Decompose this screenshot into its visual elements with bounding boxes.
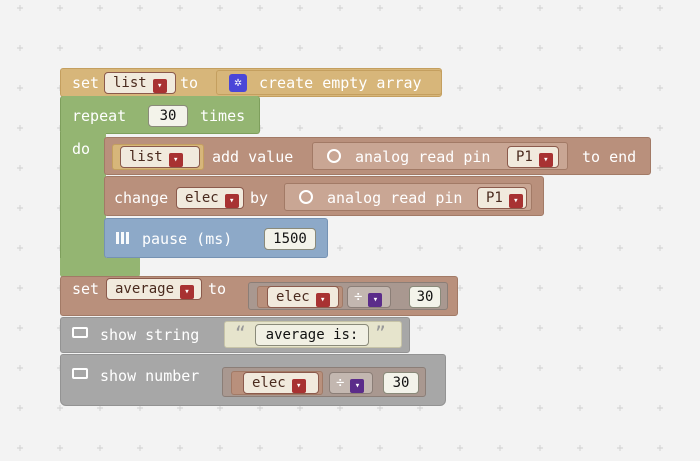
open-quote-icon: “ [235,323,246,344]
set-average-label: set [72,280,100,298]
dropdown-arrow-icon: ▾ [368,293,383,307]
by-label: by [250,189,269,207]
pause-label: pause (ms) [142,230,233,248]
set-average-to-label: to [208,280,227,298]
list-variable-dropdown[interactable]: list ▾ [104,72,176,94]
show-string-label: show string [100,326,200,344]
text-block[interactable]: “ average is: ” [224,321,402,348]
dropdown-arrow-icon: ▾ [168,153,183,167]
average-dropdown[interactable]: average ▾ [106,278,202,300]
divide-block-2[interactable]: elec ▾ ÷ ▾ 30 [222,367,426,397]
divisor-field-2[interactable]: 30 [383,372,419,394]
list-dropdown[interactable]: list ▾ [120,146,200,168]
dropdown-arrow-icon: ▾ [180,285,195,299]
analog-read-pin-label: analog read pin [355,148,491,166]
change-label: change [114,189,169,207]
add-value-label: add value [212,148,294,166]
set-label: set [72,74,100,92]
repeat-count-field[interactable]: 30 [148,105,188,127]
do-label: do [72,140,91,158]
dropdown-arrow-icon: ▾ [538,153,553,167]
to-label: to [180,74,199,92]
elec-dropdown-3[interactable]: elec ▾ [243,372,319,394]
dropdown-arrow-icon: ▾ [224,194,239,208]
grid-icon [116,232,130,244]
analog-read-pin-label-2: analog read pin [327,189,463,207]
dropdown-arrow-icon: ▾ [291,379,306,393]
dropdown-arrow-icon: ▾ [315,293,330,307]
divide-operator-dropdown[interactable]: ÷ ▾ [347,286,391,308]
to-end-label: to end [582,148,637,166]
radio-pin-icon [327,149,341,163]
divide-block[interactable]: elec ▾ ÷ ▾ 30 [248,282,448,310]
close-quote-icon: ” [375,323,386,344]
create-empty-array-block[interactable]: ✲ create empty array [216,70,442,95]
divisor-field[interactable]: 30 [409,286,441,308]
gear-icon: ✲ [229,74,247,92]
pin-dropdown-2[interactable]: P1 ▾ [477,187,527,209]
dropdown-arrow-icon: ▾ [350,379,365,393]
repeat-block-foot [60,258,140,278]
elec-dropdown-2[interactable]: elec ▾ [267,286,339,308]
create-empty-array-label: create empty array [259,74,422,92]
show-number-label: show number [100,367,200,385]
elec-dropdown[interactable]: elec ▾ [176,187,244,209]
pause-ms-field[interactable]: 1500 [264,228,316,250]
pin-dropdown[interactable]: P1 ▾ [507,146,559,168]
repeat-label: repeat [72,107,127,125]
analog-read-pin-block[interactable]: analog read pin P1 ▾ [312,142,568,170]
dropdown-arrow-icon: ▾ [152,79,167,93]
radio-pin-icon [299,190,313,204]
divide-operator-dropdown-2[interactable]: ÷ ▾ [329,372,373,394]
monitor-icon [72,368,88,379]
text-value-field[interactable]: average is: [255,324,369,346]
monitor-icon [72,327,88,338]
times-label: times [200,107,246,125]
analog-read-pin-block-2[interactable]: analog read pin P1 ▾ [284,183,532,211]
dropdown-arrow-icon: ▾ [508,194,523,208]
